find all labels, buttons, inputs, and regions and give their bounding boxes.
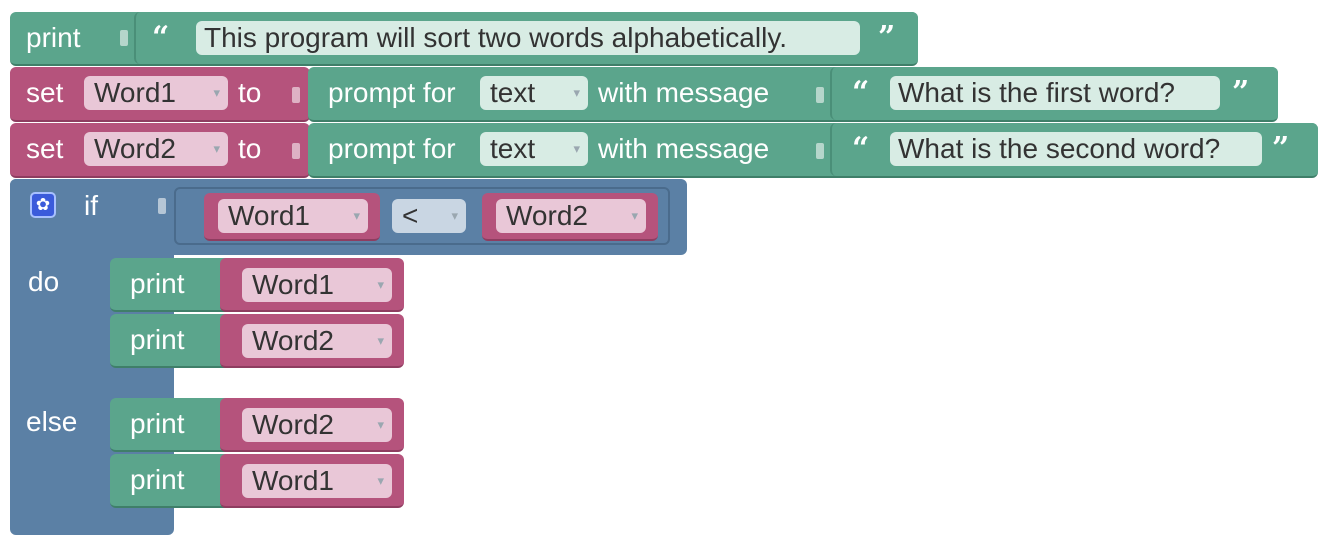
variable-block[interactable]: Word1 ▾ <box>220 454 404 508</box>
comparison-block[interactable]: Word1 ▾ < ▾ Word2 ▾ <box>174 187 670 245</box>
open-quote-icon: “ <box>852 131 870 166</box>
close-quote-icon: ” <box>1272 131 1290 166</box>
dropdown-arrow-icon: ▾ <box>573 141 580 156</box>
variable-dropdown[interactable]: Word1 ▾ <box>242 268 392 302</box>
prompt-block-word2[interactable]: prompt for text ▾ with message “ What is… <box>308 123 1318 178</box>
dropdown-arrow-icon: ▾ <box>377 417 384 432</box>
connector-notch <box>816 143 824 159</box>
gear-icon[interactable]: ✿ <box>30 192 56 218</box>
dropdown-arrow-icon: ▾ <box>573 85 580 100</box>
operator-dropdown[interactable]: < ▾ <box>392 199 466 233</box>
variable-name: Word1 <box>252 465 334 496</box>
close-quote-icon: ” <box>1232 75 1250 110</box>
variable-dropdown[interactable]: Word1 ▾ <box>84 76 228 110</box>
open-quote-icon: “ <box>152 20 170 55</box>
variable-block[interactable]: Word2 ▾ <box>220 314 404 368</box>
variable-dropdown[interactable]: Word2 ▾ <box>496 199 646 233</box>
set-variable-block-word1[interactable]: set Word1 ▾ to <box>10 67 310 122</box>
prompt-for-label: prompt for <box>328 77 456 108</box>
open-quote-icon: “ <box>852 75 870 110</box>
variable-dropdown[interactable]: Word1 ▾ <box>218 199 368 233</box>
connector-notch <box>120 30 128 46</box>
with-message-label: with message <box>598 133 770 164</box>
print-keyword: print <box>26 22 81 53</box>
to-keyword: to <box>238 133 262 164</box>
set-variable-block-word2[interactable]: set Word2 ▾ to <box>10 123 310 178</box>
dropdown-arrow-icon: ▾ <box>213 85 220 100</box>
prompt-block-word1[interactable]: prompt for text ▾ with message “ What is… <box>308 67 1278 122</box>
variable-name: Word2 <box>506 200 588 231</box>
connector-notch <box>292 143 300 159</box>
operator-value: < <box>402 200 419 231</box>
dropdown-arrow-icon: ▾ <box>353 208 360 223</box>
prompt-type-dropdown[interactable]: text ▾ <box>480 76 588 110</box>
variable-name: Word2 <box>94 133 176 164</box>
else-keyword: else <box>26 406 78 437</box>
connector-notch <box>292 87 300 103</box>
variable-block[interactable]: Word1 ▾ <box>220 258 404 312</box>
variable-dropdown[interactable]: Word2 ▾ <box>242 408 392 442</box>
variable-name: Word1 <box>228 200 310 231</box>
connector-notch <box>158 198 166 214</box>
print-block[interactable]: print <box>110 398 234 452</box>
print-block[interactable]: print <box>110 258 234 312</box>
with-message-label: with message <box>598 77 770 108</box>
dropdown-arrow-icon: ▾ <box>377 277 384 292</box>
text-block[interactable]: “ This program will sort two words alpha… <box>134 12 918 64</box>
variable-name: Word1 <box>252 269 334 300</box>
if-keyword: if <box>84 190 98 221</box>
print-keyword: print <box>130 408 185 439</box>
prompt-type-dropdown[interactable]: text ▾ <box>480 132 588 166</box>
variable-name: Word1 <box>94 77 176 108</box>
variable-block-right[interactable]: Word2 ▾ <box>482 193 658 241</box>
to-keyword: to <box>238 77 262 108</box>
print-block[interactable]: print <box>110 314 234 368</box>
variable-dropdown[interactable]: Word1 ▾ <box>242 464 392 498</box>
set-keyword: set <box>26 133 64 164</box>
variable-block[interactable]: Word2 ▾ <box>220 398 404 452</box>
variable-dropdown[interactable]: Word2 ▾ <box>242 324 392 358</box>
print-block-intro[interactable]: print “ This program will sort two words… <box>10 12 918 66</box>
prompt-type-value: text <box>490 133 536 164</box>
variable-dropdown[interactable]: Word2 ▾ <box>84 132 228 166</box>
message-input[interactable]: What is the first word? <box>890 76 1220 110</box>
close-quote-icon: ” <box>878 20 896 55</box>
dropdown-arrow-icon: ▾ <box>451 208 458 223</box>
text-input[interactable]: This program will sort two words alphabe… <box>196 21 860 55</box>
variable-name: Word2 <box>252 325 334 356</box>
message-input[interactable]: What is the second word? <box>890 132 1262 166</box>
print-keyword: print <box>130 464 185 495</box>
variable-block-left[interactable]: Word1 ▾ <box>204 193 380 241</box>
dropdown-arrow-icon: ▾ <box>631 208 638 223</box>
do-keyword: do <box>28 266 60 297</box>
connector-notch <box>816 87 824 103</box>
dropdown-arrow-icon: ▾ <box>377 333 384 348</box>
message-text-block[interactable]: “ What is the first word? ” <box>830 67 1278 120</box>
message-text-block[interactable]: “ What is the second word? ” <box>830 123 1318 176</box>
variable-name: Word2 <box>252 409 334 440</box>
dropdown-arrow-icon: ▾ <box>377 473 384 488</box>
set-keyword: set <box>26 77 64 108</box>
dropdown-arrow-icon: ▾ <box>213 141 220 156</box>
print-block[interactable]: print <box>110 454 234 508</box>
prompt-type-value: text <box>490 77 536 108</box>
print-keyword: print <box>130 268 185 299</box>
prompt-for-label: prompt for <box>328 133 456 164</box>
print-keyword: print <box>130 324 185 355</box>
